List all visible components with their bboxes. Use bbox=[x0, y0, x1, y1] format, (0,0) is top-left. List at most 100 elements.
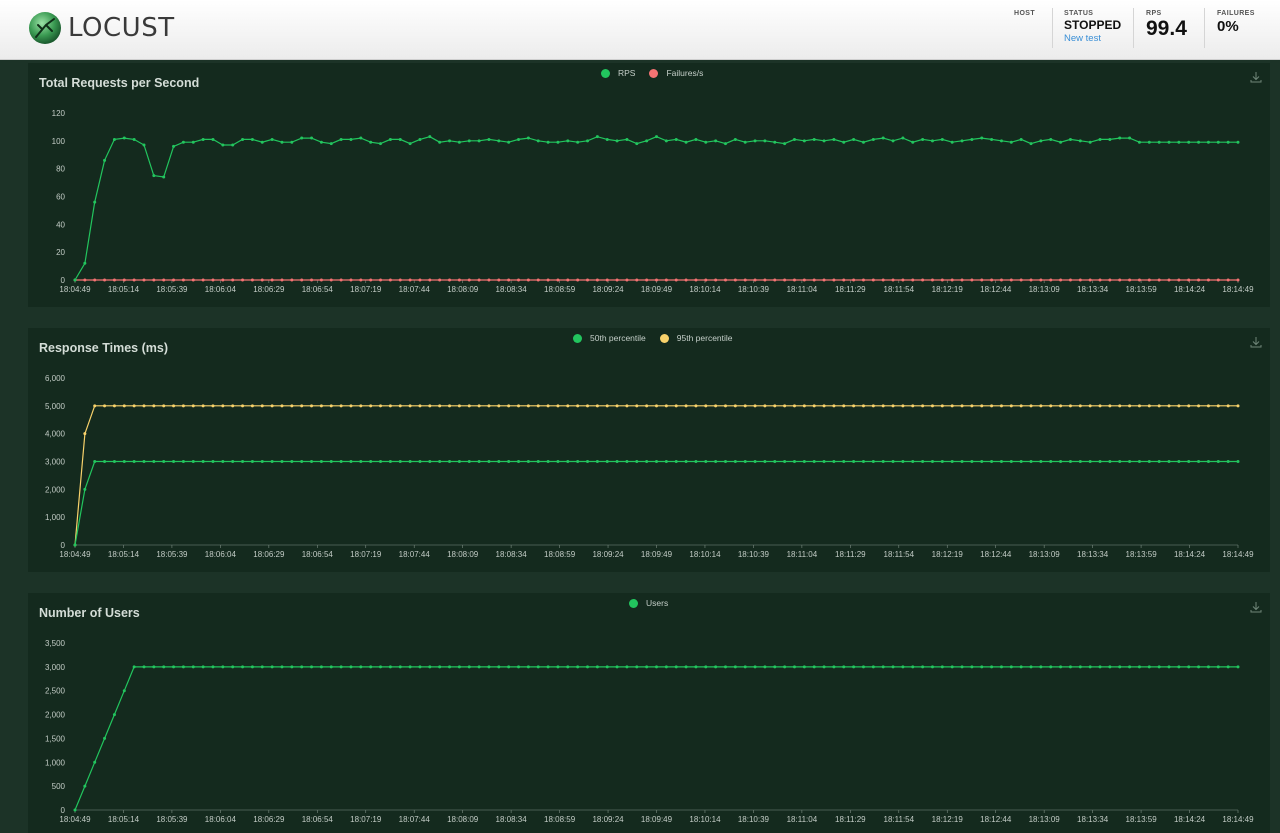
data-point[interactable] bbox=[408, 460, 412, 463]
data-point[interactable] bbox=[625, 404, 629, 408]
data-point[interactable] bbox=[733, 404, 737, 408]
data-point[interactable] bbox=[1177, 665, 1181, 669]
data-point[interactable] bbox=[310, 278, 314, 282]
data-point[interactable] bbox=[132, 404, 136, 408]
data-point[interactable] bbox=[1049, 137, 1053, 141]
data-point[interactable] bbox=[122, 689, 126, 693]
data-point[interactable] bbox=[990, 137, 994, 141]
data-point[interactable] bbox=[112, 404, 116, 408]
data-point[interactable] bbox=[714, 460, 718, 463]
data-point[interactable] bbox=[497, 665, 501, 669]
data-point[interactable] bbox=[93, 404, 97, 408]
data-point[interactable] bbox=[310, 136, 314, 140]
data-point[interactable] bbox=[201, 278, 205, 282]
data-point[interactable] bbox=[1118, 278, 1122, 282]
data-point[interactable] bbox=[1147, 665, 1151, 669]
data-point[interactable] bbox=[487, 460, 491, 463]
data-point[interactable] bbox=[576, 278, 580, 282]
data-point[interactable] bbox=[1078, 404, 1082, 408]
data-point[interactable] bbox=[694, 278, 698, 282]
data-point[interactable] bbox=[132, 137, 136, 141]
data-point[interactable] bbox=[1197, 278, 1201, 282]
data-point[interactable] bbox=[822, 404, 826, 408]
data-point[interactable] bbox=[1157, 278, 1161, 282]
data-point[interactable] bbox=[1216, 665, 1220, 669]
data-point[interactable] bbox=[1098, 404, 1102, 408]
data-point[interactable] bbox=[1128, 404, 1132, 408]
data-point[interactable] bbox=[280, 404, 284, 408]
data-point[interactable] bbox=[921, 665, 925, 669]
data-point[interactable] bbox=[83, 261, 87, 265]
data-point[interactable] bbox=[398, 460, 402, 463]
data-point[interactable] bbox=[231, 143, 235, 147]
data-point[interactable] bbox=[773, 665, 777, 669]
data-point[interactable] bbox=[950, 460, 954, 463]
data-point[interactable] bbox=[980, 460, 984, 463]
data-point[interactable] bbox=[1157, 404, 1161, 408]
data-point[interactable] bbox=[881, 278, 885, 282]
data-point[interactable] bbox=[645, 404, 649, 408]
data-point[interactable] bbox=[359, 460, 363, 463]
data-point[interactable] bbox=[694, 137, 698, 141]
data-point[interactable] bbox=[1206, 665, 1210, 669]
data-point[interactable] bbox=[950, 278, 954, 282]
data-point[interactable] bbox=[704, 140, 708, 144]
data-point[interactable] bbox=[438, 140, 442, 144]
data-point[interactable] bbox=[379, 278, 383, 282]
data-point[interactable] bbox=[999, 460, 1003, 463]
data-point[interactable] bbox=[940, 278, 944, 282]
data-point[interactable] bbox=[546, 278, 550, 282]
data-point[interactable] bbox=[960, 460, 964, 463]
data-point[interactable] bbox=[674, 460, 678, 463]
data-point[interactable] bbox=[191, 140, 195, 144]
data-point[interactable] bbox=[211, 404, 215, 408]
data-point[interactable] bbox=[842, 278, 846, 282]
data-point[interactable] bbox=[832, 404, 836, 408]
data-point[interactable] bbox=[842, 140, 846, 144]
data-point[interactable] bbox=[418, 278, 422, 282]
data-point[interactable] bbox=[635, 278, 639, 282]
data-point[interactable] bbox=[980, 136, 984, 140]
data-point[interactable] bbox=[487, 137, 491, 141]
data-point[interactable] bbox=[635, 665, 639, 669]
data-point[interactable] bbox=[1118, 404, 1122, 408]
data-point[interactable] bbox=[103, 158, 107, 162]
data-point[interactable] bbox=[664, 404, 668, 408]
data-point[interactable] bbox=[852, 137, 856, 141]
data-point[interactable] bbox=[832, 665, 836, 669]
data-point[interactable] bbox=[526, 278, 530, 282]
data-point[interactable] bbox=[329, 404, 333, 408]
data-point[interactable] bbox=[388, 665, 392, 669]
data-point[interactable] bbox=[517, 665, 521, 669]
data-point[interactable] bbox=[773, 140, 777, 144]
data-point[interactable] bbox=[280, 665, 284, 669]
data-point[interactable] bbox=[1088, 140, 1092, 144]
data-point[interactable] bbox=[172, 404, 176, 408]
data-point[interactable] bbox=[398, 278, 402, 282]
data-point[interactable] bbox=[1216, 460, 1220, 463]
data-point[interactable] bbox=[970, 278, 974, 282]
data-point[interactable] bbox=[694, 665, 698, 669]
data-point[interactable] bbox=[763, 460, 767, 463]
data-point[interactable] bbox=[1049, 278, 1053, 282]
data-point[interactable] bbox=[142, 278, 146, 282]
data-point[interactable] bbox=[546, 140, 550, 144]
data-point[interactable] bbox=[132, 665, 136, 669]
data-point[interactable] bbox=[921, 460, 925, 463]
data-point[interactable] bbox=[753, 404, 757, 408]
data-point[interactable] bbox=[586, 460, 590, 463]
data-point[interactable] bbox=[300, 278, 304, 282]
data-point[interactable] bbox=[448, 278, 452, 282]
data-point[interactable] bbox=[339, 404, 343, 408]
data-point[interactable] bbox=[497, 278, 501, 282]
data-point[interactable] bbox=[477, 404, 481, 408]
data-point[interactable] bbox=[595, 135, 599, 139]
data-point[interactable] bbox=[1187, 404, 1191, 408]
data-point[interactable] bbox=[861, 665, 865, 669]
data-point[interactable] bbox=[723, 665, 727, 669]
data-point[interactable] bbox=[556, 278, 560, 282]
data-point[interactable] bbox=[595, 460, 599, 463]
data-point[interactable] bbox=[201, 460, 205, 463]
data-point[interactable] bbox=[605, 404, 609, 408]
data-point[interactable] bbox=[595, 665, 599, 669]
